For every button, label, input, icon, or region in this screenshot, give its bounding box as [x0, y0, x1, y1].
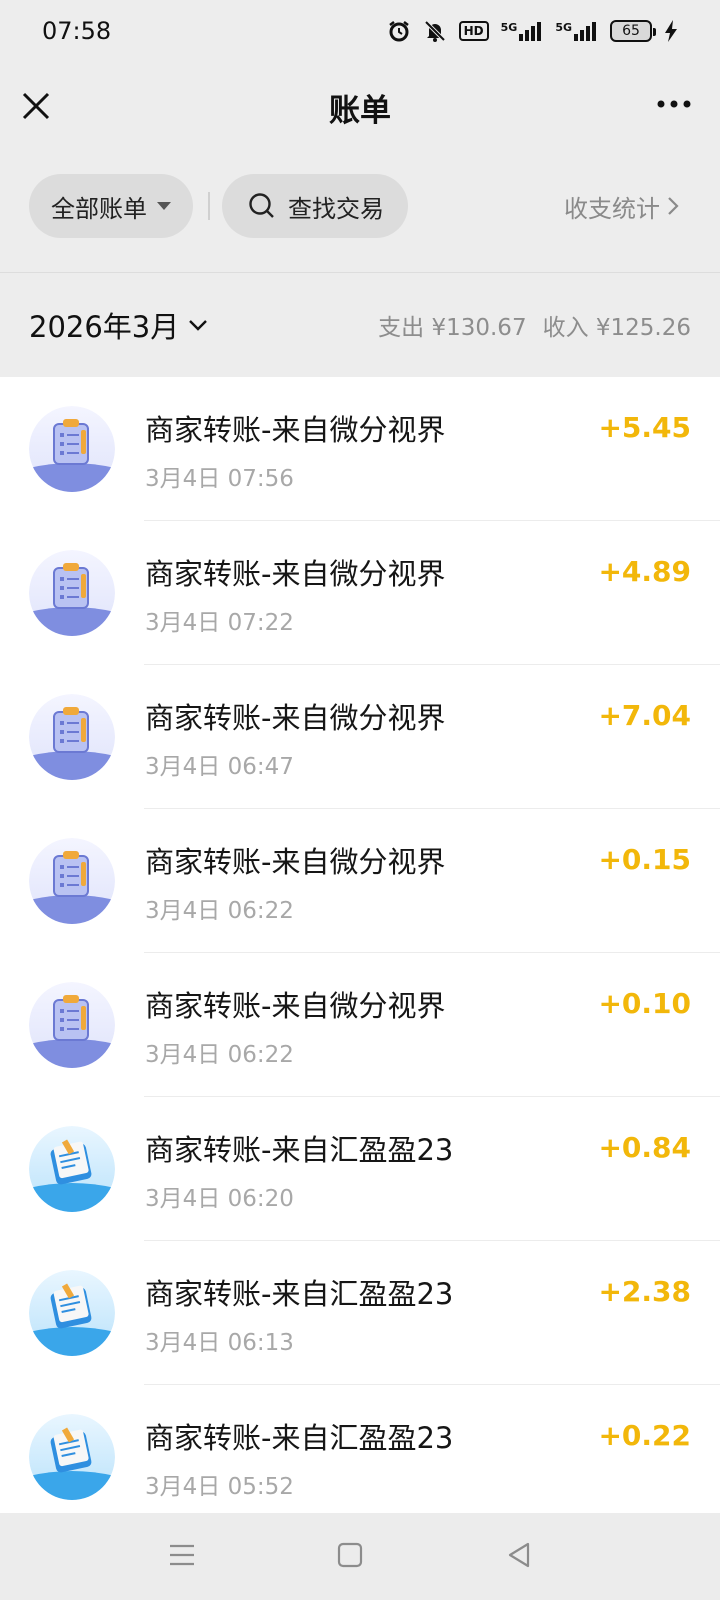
transaction-row[interactable]: 商家转账-来自汇盈盈23 3月4日 06:13 +2.38: [0, 1241, 720, 1385]
transaction-amount: +0.15: [598, 843, 691, 876]
clipboard-icon: [29, 982, 115, 1068]
transaction-title: 商家转账-来自微分视界: [145, 989, 446, 1023]
transaction-time: 3月4日 06:22: [145, 1042, 294, 1068]
transaction-time: 3月4日 06:47: [145, 754, 294, 780]
signal-bars-icon: [519, 22, 542, 41]
signal-5g-2: 5G: [555, 21, 598, 41]
merchant-avatar: [29, 982, 115, 1068]
transaction-time: 3月4日 06:13: [145, 1330, 294, 1356]
status-icons: HD 5G 5G 65: [387, 19, 678, 43]
transaction-title: 商家转账-来自微分视界: [145, 557, 446, 591]
signal-5g-1: 5G: [501, 21, 544, 41]
transaction-row[interactable]: 商家转账-来自汇盈盈23 3月4日 06:20 +0.84: [0, 1097, 720, 1241]
month-summary-row: 2026年3月 支出 ¥130.67 收入 ¥125.26: [0, 273, 720, 377]
transaction-row[interactable]: 商家转账-来自微分视界 3月4日 06:22 +0.10: [0, 953, 720, 1097]
book-icon: [29, 1414, 115, 1500]
transaction-time: 3月4日 06:20: [145, 1186, 294, 1212]
transaction-title: 商家转账-来自微分视界: [145, 845, 446, 879]
income-total: 收入 ¥125.26: [542, 315, 691, 341]
transaction-title: 商家转账-来自微分视界: [145, 413, 446, 447]
transaction-time: 3月4日 07:22: [145, 610, 294, 636]
signal-label: 5G: [500, 21, 518, 34]
merchant-avatar: [29, 694, 115, 780]
stats-link[interactable]: 收支统计: [564, 174, 680, 238]
alarm-icon: [388, 21, 409, 42]
menu-icon[interactable]: [168, 1541, 196, 1569]
merchant-avatar: [29, 550, 115, 636]
hd-badge: HD: [458, 21, 489, 41]
transaction-time: 3月4日 07:56: [145, 466, 294, 492]
mute-bell-icon: [424, 20, 446, 42]
transaction-time: 3月4日 06:22: [145, 898, 294, 924]
transaction-row[interactable]: 商家转账-来自微分视界 3月4日 06:47 +7.04: [0, 665, 720, 809]
all-bills-filter-button[interactable]: 全部账单: [29, 174, 193, 238]
transaction-row[interactable]: 商家转账-来自汇盈盈23 3月4日 05:52 +0.22: [0, 1385, 720, 1513]
all-bills-label: 全部账单: [51, 194, 147, 223]
search-icon: [249, 193, 274, 218]
transaction-amount: +2.38: [598, 1275, 691, 1308]
system-nav-bar: [0, 1513, 720, 1600]
transaction-amount: +4.89: [598, 555, 691, 588]
transaction-time: 3月4日 05:52: [145, 1474, 294, 1500]
merchant-avatar: [29, 838, 115, 924]
signal-label: 5G: [555, 21, 572, 34]
clipboard-icon: [29, 694, 115, 780]
month-picker[interactable]: 2026年3月: [29, 304, 209, 346]
clipboard-icon: [29, 550, 115, 636]
transaction-title: 商家转账-来自汇盈盈23: [145, 1277, 454, 1311]
chevron-down-icon: [189, 320, 208, 331]
transaction-list: 商家转账-来自微分视界 3月4日 07:56 +5.45 商家转账-来自微分视界…: [0, 377, 720, 1513]
merchant-avatar: [29, 1414, 115, 1500]
merchant-avatar: [29, 1270, 115, 1356]
merchant-avatar: [29, 1126, 115, 1212]
transaction-row[interactable]: 商家转账-来自微分视界 3月4日 06:22 +0.15: [0, 809, 720, 953]
filter-divider: [208, 192, 210, 220]
search-transactions-button[interactable]: 查找交易: [222, 174, 408, 238]
month-label: 2026年3月: [29, 310, 180, 344]
transaction-title: 商家转账-来自汇盈盈23: [145, 1421, 454, 1455]
filter-row: 全部账单 查找交易 收支统计: [0, 174, 720, 240]
transaction-title: 商家转账-来自微分视界: [145, 701, 446, 735]
book-icon: [29, 1126, 115, 1212]
clipboard-icon: [29, 406, 115, 492]
merchant-avatar: [29, 406, 115, 492]
month-totals: 支出 ¥130.67 收入 ¥125.26: [378, 308, 691, 342]
search-label: 查找交易: [288, 194, 384, 223]
transaction-amount: +0.22: [598, 1419, 691, 1452]
more-icon[interactable]: [656, 98, 692, 110]
transaction-amount: +0.84: [598, 1131, 691, 1164]
status-bar: 07:58 HD 5G 5G 65: [0, 0, 720, 62]
nav-bar: 账单: [0, 62, 720, 152]
transaction-amount: +7.04: [598, 699, 691, 732]
close-icon[interactable]: [20, 90, 52, 122]
transaction-title: 商家转账-来自汇盈盈23: [145, 1133, 454, 1167]
stats-label: 收支统计: [564, 194, 660, 223]
chevron-right-icon: [668, 197, 679, 215]
back-icon[interactable]: [506, 1541, 532, 1569]
charging-icon: [665, 20, 677, 42]
transaction-row[interactable]: 商家转账-来自微分视界 3月4日 07:56 +5.45: [0, 377, 720, 521]
transaction-amount: +5.45: [598, 411, 691, 444]
expense-total: 支出 ¥130.67: [378, 315, 527, 341]
signal-bars-icon: [574, 22, 596, 41]
home-icon[interactable]: [337, 1541, 363, 1569]
caret-down-icon: [157, 202, 171, 210]
transaction-row[interactable]: 商家转账-来自微分视界 3月4日 07:22 +4.89: [0, 521, 720, 665]
transaction-amount: +0.10: [598, 987, 691, 1020]
status-time: 07:58: [42, 17, 112, 45]
page-title: 账单: [329, 92, 391, 129]
battery-indicator: 65: [610, 20, 656, 42]
book-icon: [29, 1270, 115, 1356]
clipboard-icon: [29, 838, 115, 924]
